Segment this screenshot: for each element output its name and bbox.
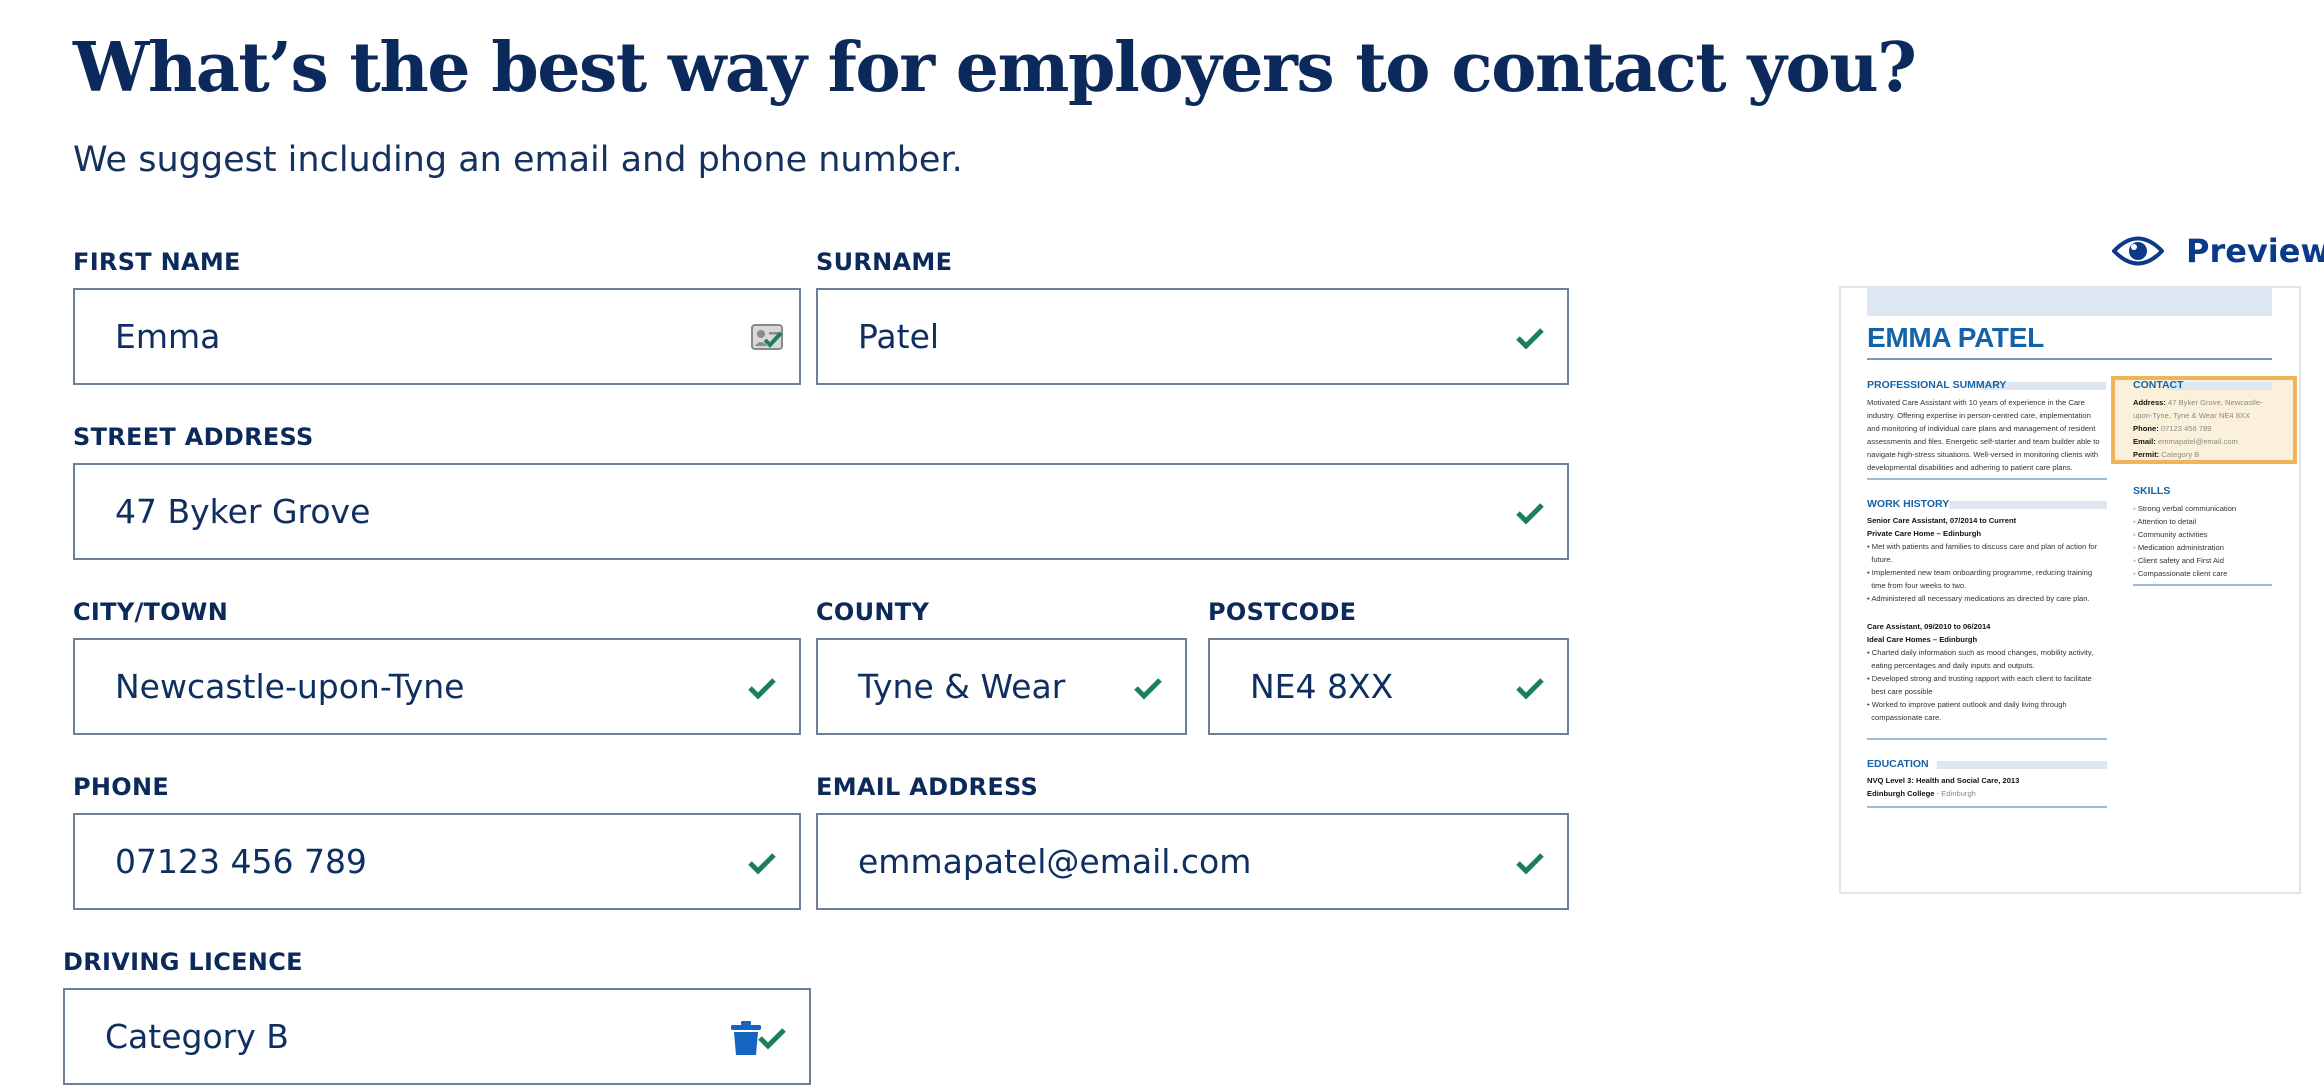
check-icon xyxy=(1516,503,1544,525)
check-icon xyxy=(1516,853,1544,875)
licence-field[interactable]: Category B xyxy=(63,988,811,1085)
section-bar xyxy=(1937,761,2107,769)
preview-button[interactable]: Preview xyxy=(2112,228,2324,274)
check-icon xyxy=(1134,678,1162,700)
phone-field[interactable]: 07123 456 789 xyxy=(73,813,801,910)
first-name-label: FIRST NAME xyxy=(73,248,241,276)
first-name-value: Emma xyxy=(115,317,221,356)
resume-preview[interactable]: EMMA PATEL PROFESSIONAL SUMMARY Motivate… xyxy=(1839,286,2301,894)
street-label: STREET ADDRESS xyxy=(73,423,314,451)
surname-field[interactable]: Patel xyxy=(816,288,1569,385)
resume-education: NVQ Level 3: Health and Social Care, 201… xyxy=(1867,776,2020,798)
phone-label: PHONE xyxy=(73,773,170,801)
licence-value: Category B xyxy=(105,1017,289,1056)
resume-divider xyxy=(1867,358,2272,360)
section-divider xyxy=(1867,806,2107,808)
section-bar xyxy=(1949,501,2107,509)
check-icon xyxy=(748,678,776,700)
city-value: Newcastle-upon-Tyne xyxy=(115,667,465,706)
page-title: What’s the best way for employers to con… xyxy=(73,28,1917,108)
section-divider xyxy=(2133,584,2272,586)
surname-label: SURNAME xyxy=(816,248,953,276)
resume-skills-heading: SKILLS xyxy=(2133,485,2171,497)
check-icon xyxy=(758,1028,786,1050)
surname-value: Patel xyxy=(858,317,940,356)
street-field[interactable]: 47 Byker Grove xyxy=(73,463,1569,560)
preview-label: Preview xyxy=(2186,232,2324,270)
licence-label: DRIVING LICENCE xyxy=(63,948,303,976)
county-field[interactable]: Tyne & Wear xyxy=(816,638,1187,735)
resume-contact-heading: CONTACT xyxy=(2133,379,2184,391)
resume-job-2: Care Assistant, 09/2010 to 06/2014 Ideal… xyxy=(1867,622,2094,722)
county-label: COUNTY xyxy=(816,598,930,626)
email-label: EMAIL ADDRESS xyxy=(816,773,1039,801)
resume-summary-heading: PROFESSIONAL SUMMARY xyxy=(1867,379,2007,391)
resume-education-heading: EDUCATION xyxy=(1867,758,1929,770)
check-icon xyxy=(1516,678,1544,700)
eye-icon xyxy=(2112,236,2164,266)
check-icon xyxy=(1516,328,1544,350)
first-name-field[interactable]: Emma xyxy=(73,288,801,385)
resume-work-heading: WORK HISTORY xyxy=(1867,498,1950,510)
section-divider xyxy=(1867,738,2107,740)
county-value: Tyne & Wear xyxy=(858,667,1066,706)
phone-value: 07123 456 789 xyxy=(115,842,367,881)
street-value: 47 Byker Grove xyxy=(115,492,371,531)
resume-skills: ◦ Strong verbal communication ◦ Attentio… xyxy=(2133,504,2237,578)
check-icon xyxy=(748,853,776,875)
email-value: emmapatel@email.com xyxy=(858,842,1252,881)
postcode-value: NE4 8XX xyxy=(1250,667,1394,706)
city-label: CITY/TOWN xyxy=(73,598,229,626)
postcode-field[interactable]: NE4 8XX xyxy=(1208,638,1569,735)
email-field[interactable]: emmapatel@email.com xyxy=(816,813,1569,910)
page-subtitle: We suggest including an email and phone … xyxy=(73,140,963,180)
autofill-contact-icon[interactable] xyxy=(751,324,785,352)
resume-name: EMMA PATEL xyxy=(1867,322,2044,353)
city-field[interactable]: Newcastle-upon-Tyne xyxy=(73,638,801,735)
resume-summary: Motivated Care Assistant with 10 years o… xyxy=(1867,398,2100,472)
resume-job-1: Senior Care Assistant, 07/2014 to Curren… xyxy=(1867,516,2098,603)
resume-header-band xyxy=(1867,288,2272,316)
section-divider xyxy=(1867,478,2107,480)
postcode-label: POSTCODE xyxy=(1208,598,1357,626)
resume-contact: Address: 47 Byker Grove, Newcastle- upon… xyxy=(2133,398,2263,459)
